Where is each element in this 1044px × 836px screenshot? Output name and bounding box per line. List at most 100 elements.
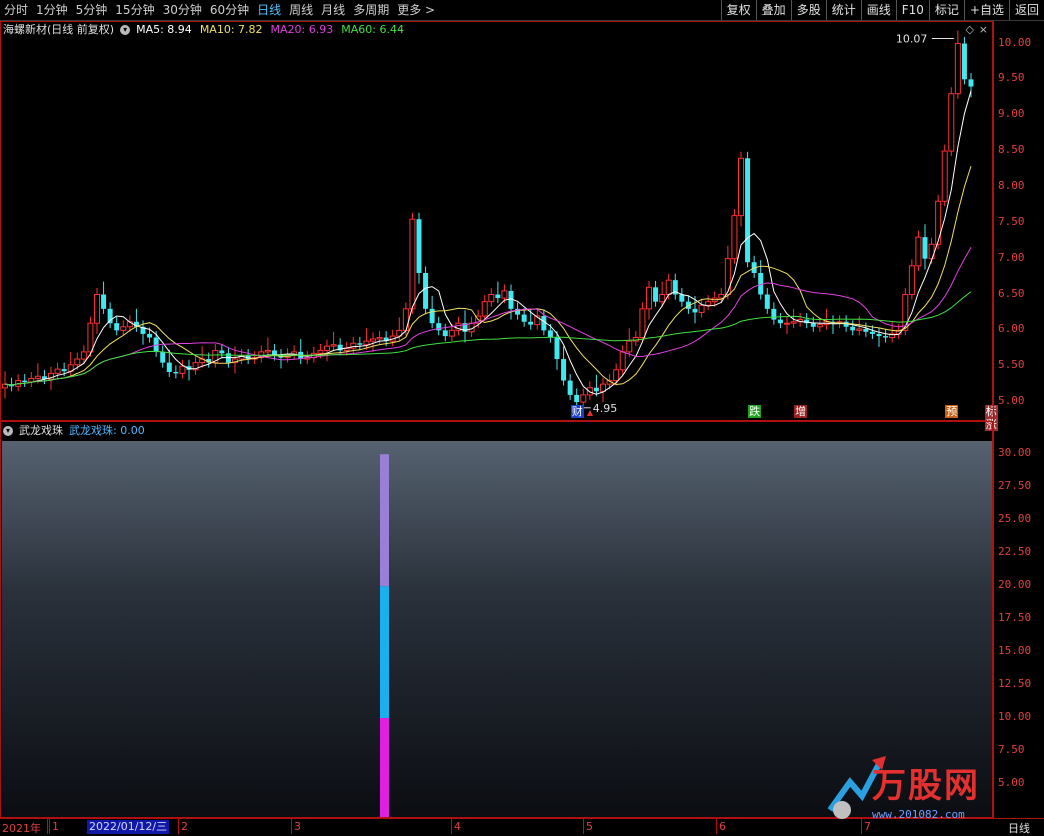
candle (192, 356, 199, 375)
candle (219, 343, 225, 359)
candle (679, 288, 685, 307)
action-button-3[interactable]: 统计 (825, 0, 861, 20)
indicator-settings-icon[interactable]: ▾ (3, 426, 13, 436)
candle (698, 298, 705, 318)
candle (908, 259, 915, 300)
candle (199, 346, 206, 368)
action-button-0[interactable]: 复权 (720, 0, 756, 20)
action-button-7[interactable]: +自选 (963, 0, 1009, 20)
candle (114, 316, 120, 336)
candle (915, 230, 922, 271)
candle (28, 371, 35, 388)
candle (665, 273, 672, 300)
indicator-info-line: ▾ 武龙戏珠 武龙戏珠: 0.00 (3, 423, 145, 439)
candle (442, 323, 448, 342)
price-tick-4: 8.00 (998, 178, 1025, 192)
candle (738, 151, 744, 227)
candle (922, 224, 928, 270)
candle (133, 308, 139, 332)
event-mark-3[interactable]: 预 (945, 405, 959, 418)
price-tick-7: 6.50 (998, 286, 1025, 300)
candle (245, 349, 251, 365)
candle (291, 345, 298, 360)
up-arrow-icon: ▲ (586, 408, 593, 417)
month-label-4: 5 (586, 820, 593, 833)
action-button-1[interactable]: 叠加 (755, 0, 791, 20)
indicator-tick-6: 15.00 (998, 644, 1032, 658)
candle (495, 281, 501, 304)
candle (101, 281, 107, 314)
indicator-bar-segment-2 (380, 718, 389, 817)
watermark-url: www.201082.com (872, 808, 965, 821)
candle (646, 280, 652, 320)
period-tab-5[interactable]: 60分钟 (206, 0, 253, 20)
candle (731, 209, 738, 264)
action-button-6[interactable]: 标记 (928, 0, 964, 20)
event-mark-0[interactable]: 财 (570, 405, 584, 418)
candle (672, 273, 678, 300)
low-price-label: 4.95 (593, 402, 618, 415)
candle (600, 377, 606, 403)
candle (298, 338, 304, 365)
top-toolbar: 分时 1分钟 5分钟 15分钟 30分钟 60分钟 日线 周线 月线 多周期 更多 > 复权 叠加 多股… (0, 0, 1044, 21)
price-tick-10: 5.00 (998, 394, 1025, 408)
candle (462, 310, 468, 343)
candle (15, 374, 22, 392)
candle (160, 345, 166, 368)
period-tab-3[interactable]: 15分钟 (111, 0, 158, 20)
indicator-bar-segment-0 (380, 454, 389, 587)
candle (626, 328, 633, 357)
indicator-value: 武龙戏珠: 0.00 (69, 424, 145, 437)
action-button-2[interactable]: 多股 (790, 0, 826, 20)
period-tabs: 分时 1分钟 5分钟 15分钟 30分钟 60分钟 日线 周线 月线 多周期 更多 > (0, 0, 439, 20)
month-label-5: 6 (719, 820, 726, 833)
period-tab-7[interactable]: 周线 (285, 0, 317, 20)
ma5-line (4, 90, 972, 395)
high-price-label: 10.07 (896, 32, 928, 45)
action-button-8[interactable]: 返回 (1008, 0, 1044, 20)
event-mark-2[interactable]: 增 (794, 405, 808, 418)
candle (804, 313, 810, 329)
price-tick-0: 10.00 (998, 35, 1032, 49)
period-tab-4[interactable]: 30分钟 (159, 0, 206, 20)
candle (941, 144, 948, 207)
candle (705, 295, 712, 311)
period-tab-0[interactable]: 分时 (0, 0, 32, 20)
candle (745, 151, 751, 268)
candle (797, 313, 804, 327)
candle (330, 331, 337, 352)
candle (948, 87, 955, 157)
period-tab-6[interactable]: 日线 (253, 0, 285, 20)
period-tab-9[interactable]: 多周期 (349, 0, 393, 20)
candle (2, 371, 8, 399)
candle (883, 329, 889, 343)
candle (107, 302, 113, 329)
indicator-tick-4: 20.00 (998, 578, 1032, 592)
period-tab-2[interactable]: 5分钟 (72, 0, 112, 20)
indicator-tick-7: 12.50 (998, 677, 1032, 691)
candle (258, 345, 265, 363)
period-tab-8[interactable]: 月线 (317, 0, 349, 20)
candle (751, 255, 757, 279)
period-tab-1[interactable]: 1分钟 (32, 0, 72, 20)
indicator-tick-8: 10.00 (998, 710, 1032, 724)
candle (876, 327, 882, 347)
event-mark-1[interactable]: 跌 (748, 405, 762, 418)
candle (94, 288, 100, 334)
candle (212, 343, 219, 368)
price-tick-5: 7.50 (998, 214, 1025, 228)
candle (567, 374, 573, 400)
price-tick-9: 5.50 (998, 358, 1025, 372)
indicator-name: 武龙戏珠 (19, 424, 63, 437)
candlestick-chart[interactable]: 10.07 4.95 (1, 22, 992, 420)
action-button-4[interactable]: 画线 (860, 0, 896, 20)
action-buttons: 复权 叠加 多股 统计 画线 F10 标记 +自选 返回 (720, 0, 1044, 20)
action-button-5[interactable]: F10 (895, 0, 929, 20)
candle (777, 313, 783, 329)
candle (619, 345, 626, 375)
candle (508, 284, 514, 320)
candle (186, 359, 192, 381)
price-panel[interactable]: 海螺新材(日线 前复权) ▾ MA5: 8.94 MA10: 7.82 MA20: … (0, 21, 998, 431)
period-tab-10[interactable]: 更多 > (393, 0, 439, 20)
watermark-text: 万股网 (872, 766, 980, 806)
